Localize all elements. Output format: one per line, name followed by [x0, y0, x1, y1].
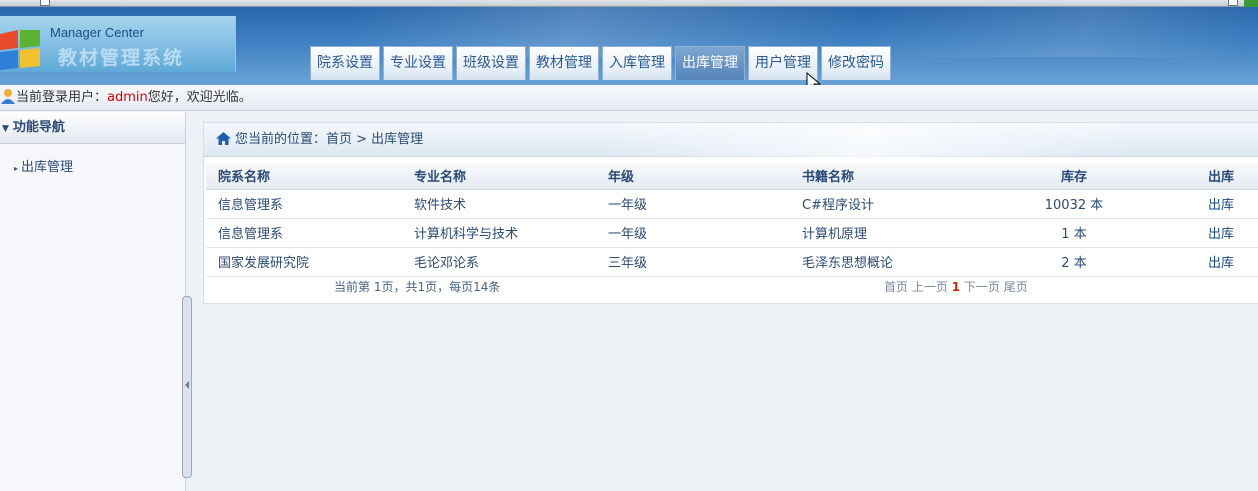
sidebar: ▼ 功能导航 ▸ 出库管理 [0, 112, 186, 491]
table-row: 国家发展研究院 毛论邓论系 三年级 毛泽东思想概论 2 本 出库 [206, 247, 1258, 277]
bullet-icon: ▸ [14, 164, 19, 173]
pagination-links: 首页 上一页 1 下一页 尾页 [884, 277, 1028, 297]
logo-title: 教材管理系统 [58, 47, 185, 69]
tab-class-settings[interactable]: 班级设置 [456, 46, 526, 80]
collapse-arrow-icon[interactable] [185, 381, 189, 389]
cell-major: 计算机科学与技术 [402, 218, 596, 248]
cell-grade: 一年级 [596, 189, 790, 219]
stock-out-link[interactable]: 出库 [1158, 247, 1258, 277]
user-label: 当前登录用户： [16, 90, 108, 105]
sidebar-item-label: 出库管理 [21, 160, 74, 175]
logo-subtitle: Manager Center [50, 25, 144, 40]
first-page-link[interactable]: 首页 [884, 280, 908, 294]
table-row: 信息管理系 计算机科学与技术 一年级 计算机原理 1 本 出库 [206, 218, 1258, 248]
logo-icon [0, 30, 40, 70]
cell-dept: 信息管理系 [206, 218, 402, 248]
table-header-row: 院系名称 专业名称 年级 书籍名称 库存 出库 [206, 163, 1258, 190]
col-header-book: 书籍名称 [790, 163, 990, 190]
current-page: 1 [951, 279, 961, 294]
cell-dept: 信息管理系 [206, 189, 402, 219]
cell-book: C#程序设计 [790, 189, 990, 219]
browser-control-icon[interactable] [1228, 0, 1238, 6]
welcome-text: 您好，欢迎光临。 [147, 90, 252, 105]
stock-out-link[interactable]: 出库 [1158, 189, 1258, 219]
user-bar: 当前登录用户：admin您好，欢迎光临。 [0, 85, 1258, 111]
prev-page-link[interactable]: 上一页 [912, 280, 948, 294]
tab-major-settings[interactable]: 专业设置 [383, 46, 453, 80]
breadcrumb: 您当前的位置：首页 > 出库管理 [204, 123, 1258, 157]
cell-major: 软件技术 [402, 189, 596, 219]
sidebar-splitter[interactable] [182, 296, 192, 478]
cell-stock: 2 本 [990, 247, 1158, 277]
home-icon [216, 132, 231, 145]
stock-out-table: 院系名称 专业名称 年级 书籍名称 库存 出库 信息管理系 软件技术 一年级 C… [206, 163, 1258, 277]
cell-stock: 10032 本 [990, 189, 1158, 219]
sidebar-header[interactable]: ▼ 功能导航 [0, 112, 185, 144]
browser-control-icon[interactable] [40, 0, 50, 6]
stock-out-link[interactable]: 出库 [1158, 218, 1258, 248]
next-page-link[interactable]: 下一页 [964, 280, 1000, 294]
collapse-triangle-icon: ▼ [2, 124, 9, 134]
breadcrumb-gloss [604, 123, 1258, 157]
tab-stock-in-management[interactable]: 入库管理 [602, 46, 672, 80]
pagination: 当前第 1页，共1页，每页14条 首页 上一页 1 下一页 尾页 [204, 277, 1258, 299]
browser-status-icon [1244, 0, 1258, 7]
cell-grade: 三年级 [596, 247, 790, 277]
main-nav: 院系设置 专业设置 班级设置 教材管理 入库管理 出库管理 用户管理 修改密码 [310, 46, 891, 80]
cell-stock: 1 本 [990, 218, 1158, 248]
col-header-major: 专业名称 [402, 163, 596, 190]
col-header-dept: 院系名称 [206, 163, 402, 190]
pagination-summary: 当前第 1页，共1页，每页14条 [334, 279, 501, 294]
browser-frame-strip [0, 0, 1258, 7]
sidebar-title: 功能导航 [12, 120, 65, 135]
tab-stock-out-management[interactable]: 出库管理 [675, 46, 745, 80]
col-header-grade: 年级 [596, 163, 790, 190]
cell-major: 毛论邓论系 [402, 247, 596, 277]
username: admin [107, 90, 148, 105]
cell-dept: 国家发展研究院 [206, 247, 402, 277]
logo: Manager Center 教材管理系统 [0, 16, 236, 72]
last-page-link[interactable]: 尾页 [1004, 280, 1028, 294]
user-icon [1, 89, 15, 104]
table-row: 信息管理系 软件技术 一年级 C#程序设计 10032 本 出库 [206, 189, 1258, 219]
col-header-action: 出库 [1158, 163, 1258, 190]
breadcrumb-text: 您当前的位置：首页 > 出库管理 [235, 132, 424, 147]
page-header: Manager Center 教材管理系统 院系设置 专业设置 班级设置 教材管… [0, 7, 1258, 85]
main-content: 您当前的位置：首页 > 出库管理 院系名称 专业名称 年级 书籍名称 库存 出库… [203, 122, 1258, 304]
sidebar-item-stock-out[interactable]: ▸ 出库管理 [0, 156, 185, 175]
cell-book: 计算机原理 [790, 218, 990, 248]
cell-book: 毛泽东思想概论 [790, 247, 990, 277]
cell-grade: 一年级 [596, 218, 790, 248]
tab-textbook-management[interactable]: 教材管理 [529, 46, 599, 80]
tab-dept-settings[interactable]: 院系设置 [310, 46, 380, 80]
tab-change-password[interactable]: 修改密码 [821, 46, 891, 80]
col-header-stock: 库存 [990, 163, 1158, 190]
